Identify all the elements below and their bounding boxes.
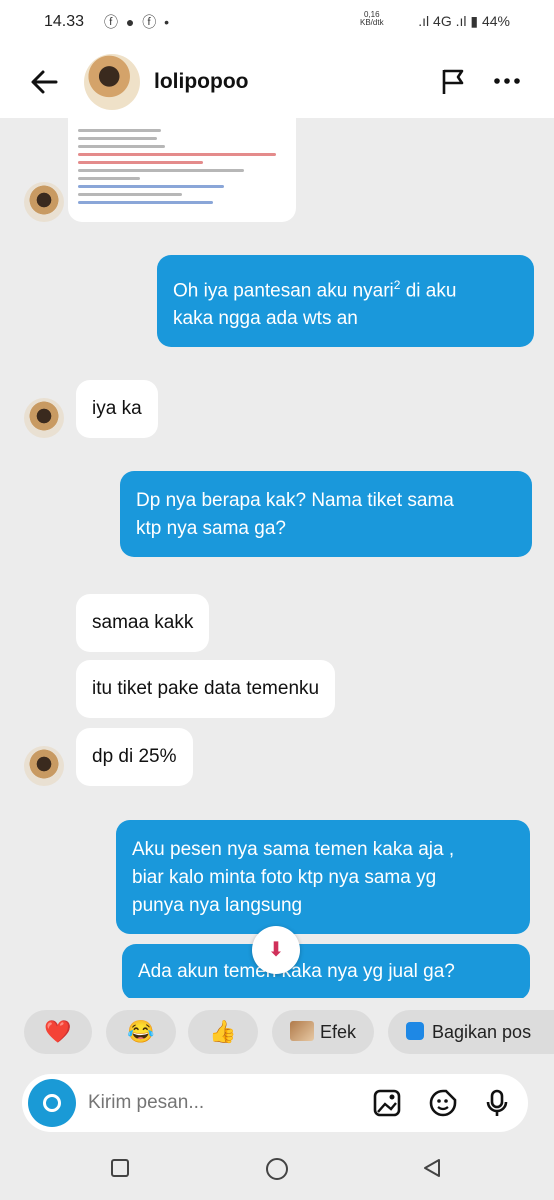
heart-icon: ❤️ [44, 1019, 72, 1044]
contact-avatar[interactable] [84, 54, 140, 110]
message-list[interactable]: Oh iya pantesan aku nyari2 di aku kaka n… [0, 118, 554, 998]
notification-icons: ⓕ ● ⓕ • [104, 14, 172, 30]
message-outgoing[interactable]: Dp nya berapa kak? Nama tiket sama ktp n… [120, 471, 532, 557]
reaction-heart-button[interactable]: ❤️ [24, 1010, 92, 1054]
sender-avatar[interactable] [24, 398, 64, 438]
status-bar: 14.33 ⓕ ● ⓕ • 0,16 KB/dtk .ıl 4G .ıl ▮ 4… [0, 0, 554, 44]
laugh-icon: 😂 [127, 1019, 155, 1044]
quick-reactions: ❤️ 😂 👍 Efek Bagikan pos [0, 1008, 554, 1058]
back-arrow-icon[interactable] [26, 64, 62, 100]
share-icon [406, 1022, 424, 1040]
message-outgoing[interactable]: Aku pesen nya sama temen kaka aja , biar… [116, 820, 530, 934]
message-input[interactable] [88, 1092, 368, 1114]
chevron-down-icon: ⬇ [267, 939, 285, 961]
microphone-icon[interactable] [482, 1088, 512, 1118]
message-incoming[interactable]: itu tiket pake data temenku [76, 660, 336, 718]
effects-button[interactable]: Efek [272, 1010, 374, 1054]
recent-apps-icon[interactable] [108, 1156, 132, 1180]
chat-header: lolipopoo [0, 44, 554, 118]
camera-icon[interactable] [28, 1079, 76, 1127]
thumbs-up-icon: 👍 [209, 1019, 237, 1044]
sticker-icon[interactable] [428, 1088, 458, 1118]
message-composer [22, 1074, 528, 1132]
reaction-laugh-button[interactable]: 😂 [106, 1010, 176, 1054]
sender-avatar[interactable] [24, 746, 64, 786]
scroll-to-bottom-button[interactable]: ⬇ [252, 926, 300, 974]
message-incoming[interactable]: samaa kakk [76, 594, 210, 652]
system-navigation-bar [0, 1140, 554, 1200]
flag-icon[interactable] [438, 66, 468, 96]
message-incoming[interactable]: iya ka [76, 380, 158, 438]
effect-thumbnail-icon [289, 1021, 314, 1041]
back-nav-icon[interactable] [420, 1156, 444, 1180]
message-outgoing[interactable]: Ada akun temen kaka nya yg jual ga? [122, 944, 530, 998]
share-post-button[interactable]: Bagikan pos [388, 1010, 554, 1054]
network-speed: 0,16 KB/dtk [360, 10, 384, 27]
message-outgoing[interactable]: Oh iya pantesan aku nyari2 di aku kaka n… [157, 255, 534, 348]
message-incoming[interactable]: dp di 25% [76, 728, 193, 786]
status-time: 14.33 [44, 13, 85, 30]
more-options-icon[interactable] [492, 66, 522, 96]
reaction-thumbs-up-button[interactable]: 👍 [188, 1010, 258, 1054]
sender-avatar[interactable] [24, 182, 64, 222]
contact-username[interactable]: lolipopoo [154, 70, 248, 94]
shared-document-preview[interactable] [68, 118, 296, 222]
gallery-icon[interactable] [372, 1088, 402, 1118]
home-icon[interactable] [264, 1156, 290, 1182]
status-right: .ıl 4G .ıl ▮ 44% [418, 13, 510, 29]
